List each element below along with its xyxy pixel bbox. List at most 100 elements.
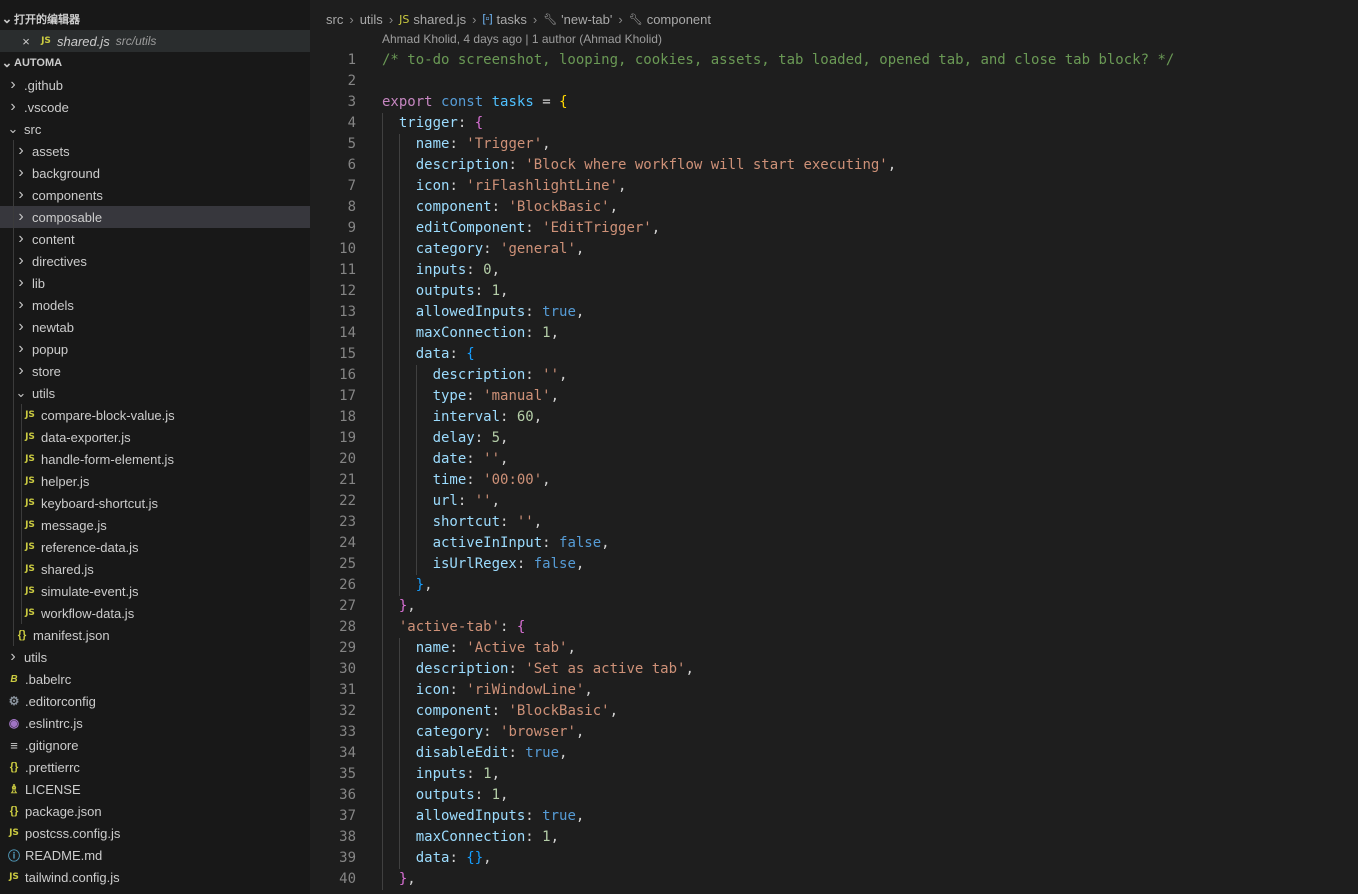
code-line[interactable]: 39 data: {}, xyxy=(310,848,1358,869)
code-line[interactable]: 2 xyxy=(310,71,1358,92)
tree-item[interactable]: ⌄ utils xyxy=(0,382,310,404)
code-line[interactable]: 14 maxConnection: 1, xyxy=(310,323,1358,344)
tree-item[interactable]: JS shared.js xyxy=(0,558,310,580)
tree-item[interactable]: ≡ .gitignore xyxy=(0,734,310,756)
tree-item[interactable]: ⓘ README.md xyxy=(0,844,310,866)
tree-item[interactable]: JS compare-block-value.js xyxy=(0,404,310,426)
breadcrumb-item-file[interactable]: shared.js xyxy=(413,12,466,27)
breadcrumb-item-tasks[interactable]: tasks xyxy=(497,12,527,27)
tree-item[interactable]: › utils xyxy=(0,646,310,668)
code-line[interactable]: 10 category: 'general', xyxy=(310,239,1358,260)
line-number: 13 xyxy=(339,304,356,320)
tree-item[interactable]: › assets xyxy=(0,140,310,162)
tree-item[interactable]: JS workflow-data.js xyxy=(0,602,310,624)
tree-item[interactable]: › .github xyxy=(0,74,310,96)
code-line[interactable]: 32 component: 'BlockBasic', xyxy=(310,701,1358,722)
code-line[interactable]: 21 time: '00:00', xyxy=(310,470,1358,491)
code-line[interactable]: 5 name: 'Trigger', xyxy=(310,134,1358,155)
code-line[interactable]: 29 name: 'Active tab', xyxy=(310,638,1358,659)
close-icon[interactable]: × xyxy=(18,34,34,49)
code-line[interactable]: 36 outputs: 1, xyxy=(310,785,1358,806)
tree-item[interactable]: ⌄ src xyxy=(0,118,310,140)
code-line[interactable]: 35 inputs: 1, xyxy=(310,764,1358,785)
code-line[interactable]: 1 /* to-do screenshot, looping, cookies, … xyxy=(310,50,1358,71)
code-line[interactable]: 20 date: '', xyxy=(310,449,1358,470)
code-token: allowedInputs xyxy=(415,808,526,824)
code-line[interactable]: 3 export const tasks = { xyxy=(310,92,1358,113)
tree-item[interactable]: › directives xyxy=(0,250,310,272)
code-line[interactable]: 11 inputs: 0, xyxy=(310,260,1358,281)
breadcrumb-item-utils[interactable]: utils xyxy=(360,12,383,27)
code-line[interactable]: 28 'active-tab': { xyxy=(310,617,1358,638)
tree-item[interactable]: {} .prettierrc xyxy=(0,756,310,778)
code-line[interactable]: 6 description: 'Block where workflow wil… xyxy=(310,155,1358,176)
tree-item[interactable]: JS simulate-event.js xyxy=(0,580,310,602)
code-line[interactable]: 13 allowedInputs: true, xyxy=(310,302,1358,323)
tree-item[interactable]: ⚙ .editorconfig xyxy=(0,690,310,712)
tree-item[interactable]: › popup xyxy=(0,338,310,360)
tree-item[interactable]: ♗ LICENSE xyxy=(0,778,310,800)
js-file-icon: JS xyxy=(41,36,51,46)
tree-item[interactable]: › components xyxy=(0,184,310,206)
tree-item[interactable]: › composable xyxy=(0,206,310,228)
tree-item[interactable]: JS reference-data.js xyxy=(0,536,310,558)
code-line[interactable]: 4 trigger: { xyxy=(310,113,1358,134)
tree-item[interactable]: JS postcss.config.js xyxy=(0,822,310,844)
tree-item[interactable]: JS keyboard-shortcut.js xyxy=(0,492,310,514)
tree-item[interactable]: JS tailwind.config.js xyxy=(0,866,310,888)
project-header[interactable]: ⌄ AUTOMA xyxy=(0,52,310,74)
code-line[interactable]: 12 outputs: 1, xyxy=(310,281,1358,302)
code-line[interactable]: 9 editComponent: 'EditTrigger', xyxy=(310,218,1358,239)
tree-item[interactable]: JS data-exporter.js xyxy=(0,426,310,448)
code-token: : xyxy=(449,682,467,698)
code-line[interactable]: 24 activeInInput: false, xyxy=(310,533,1358,554)
code-line[interactable]: 30 description: 'Set as active tab', xyxy=(310,659,1358,680)
line-number: 14 xyxy=(339,325,356,341)
code-line[interactable]: 16 description: '', xyxy=(310,365,1358,386)
code-token: : xyxy=(466,262,484,278)
tree-item[interactable]: › .vscode xyxy=(0,96,310,118)
code-line[interactable]: 27 }, xyxy=(310,596,1358,617)
tree-item[interactable]: {} manifest.json xyxy=(0,624,310,646)
code-line[interactable]: 22 url: '', xyxy=(310,491,1358,512)
code-line[interactable]: 7 icon: 'riFlashlightLine', xyxy=(310,176,1358,197)
code-token: isUrlRegex xyxy=(432,556,517,572)
tree-item[interactable]: JS message.js xyxy=(0,514,310,536)
breadcrumb-item-new-tab[interactable]: 'new-tab' xyxy=(561,12,612,27)
tree-item[interactable]: › background xyxy=(0,162,310,184)
code-line[interactable]: 38 maxConnection: 1, xyxy=(310,827,1358,848)
tree-item[interactable]: ◉ .eslintrc.js xyxy=(0,712,310,734)
tree-item[interactable]: B .babelrc xyxy=(0,668,310,690)
tree-item[interactable]: {} package.json xyxy=(0,800,310,822)
code-line[interactable]: 31 icon: 'riWindowLine', xyxy=(310,680,1358,701)
tree-item[interactable]: JS handle-form-element.js xyxy=(0,448,310,470)
code-line[interactable]: 34 disableEdit: true, xyxy=(310,743,1358,764)
code-token: , xyxy=(559,745,568,761)
open-editors-header[interactable]: ⌄ 打开的编辑器 xyxy=(0,8,310,30)
git-blame-annotation[interactable]: Ahmad Kholid, 4 days ago | 1 author (Ahm… xyxy=(382,32,662,46)
code-line[interactable]: 26 }, xyxy=(310,575,1358,596)
open-editor-item[interactable]: × JS shared.js src/utils xyxy=(0,30,310,52)
code-token: , xyxy=(491,493,501,509)
line-content: export const tasks = { xyxy=(382,92,568,113)
code-line[interactable]: 33 category: 'browser', xyxy=(310,722,1358,743)
tree-item[interactable]: › content xyxy=(0,228,310,250)
code-line[interactable]: 19 delay: 5, xyxy=(310,428,1358,449)
code-line[interactable]: 25 isUrlRegex: false, xyxy=(310,554,1358,575)
code-line[interactable]: 40 }, xyxy=(310,869,1358,890)
breadcrumb-item-src[interactable]: src xyxy=(326,12,343,27)
code-line[interactable]: 8 component: 'BlockBasic', xyxy=(310,197,1358,218)
code-line[interactable]: 37 allowedInputs: true, xyxy=(310,806,1358,827)
tree-item[interactable]: › lib xyxy=(0,272,310,294)
code-line[interactable]: 18 interval: 60, xyxy=(310,407,1358,428)
chevron-right-icon: › xyxy=(388,11,394,27)
tree-item[interactable]: › models xyxy=(0,294,310,316)
code-token: , xyxy=(483,850,492,866)
tree-item[interactable]: › store xyxy=(0,360,310,382)
breadcrumb-item-component[interactable]: component xyxy=(647,12,711,27)
code-line[interactable]: 17 type: 'manual', xyxy=(310,386,1358,407)
code-line[interactable]: 23 shortcut: '', xyxy=(310,512,1358,533)
tree-item[interactable]: JS helper.js xyxy=(0,470,310,492)
tree-item[interactable]: › newtab xyxy=(0,316,310,338)
code-line[interactable]: 15 data: { xyxy=(310,344,1358,365)
